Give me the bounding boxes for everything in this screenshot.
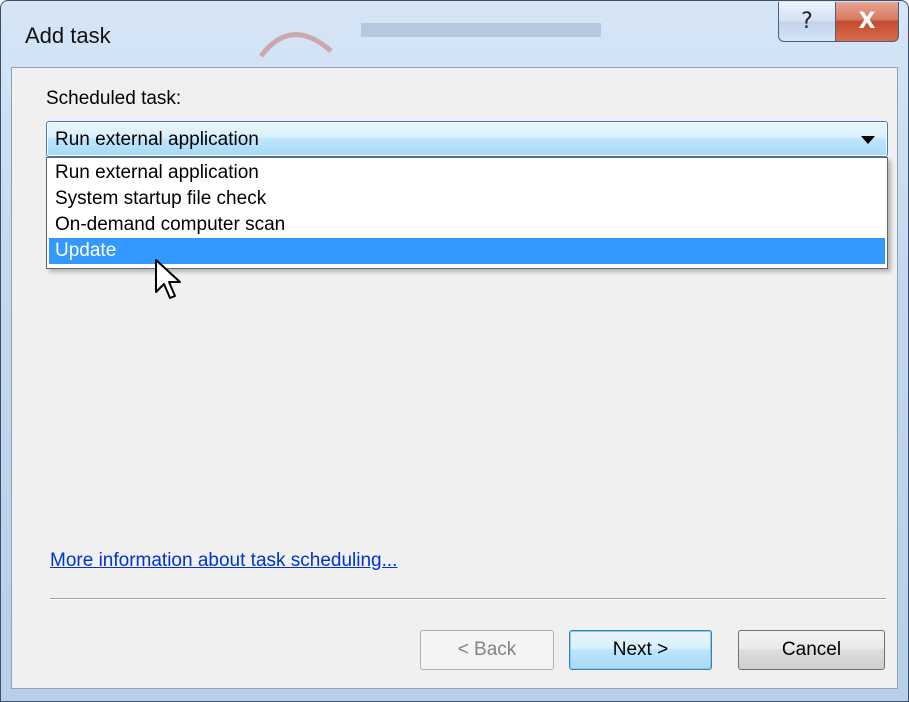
dropdown-option-system-startup-file-check[interactable]: System startup file check [49,186,885,212]
task-scheduling-info-link[interactable]: More information about task scheduling..… [50,550,397,572]
title-bar[interactable]: Add task ? X [1,1,908,67]
cancel-button[interactable]: Cancel [738,630,885,670]
separator [50,598,886,600]
app-logo-watermark [259,23,601,58]
next-button[interactable]: Next > [569,630,712,670]
dropdown-option-on-demand-computer-scan[interactable]: On-demand computer scan [49,212,885,238]
dialog-content: Scheduled task: Run external application… [11,67,898,689]
scheduled-task-label: Scheduled task: [46,88,182,109]
close-button[interactable]: X [835,2,899,42]
chevron-down-icon[interactable] [861,136,875,144]
window-title: Add task [25,23,111,48]
help-icon: ? [801,9,813,34]
mouse-pointer-icon [155,259,181,299]
dialog-window: Add task ? X Scheduled task: Run externa… [0,0,909,702]
select-value: Run external application [55,129,259,150]
back-button[interactable]: < Back [420,630,554,670]
dropdown-list: Run external application System startup … [46,157,888,269]
close-icon: X [858,9,876,34]
dropdown-option-run-external-application[interactable]: Run external application [49,160,885,186]
scheduled-task-select[interactable]: Run external application [46,121,888,157]
help-button[interactable]: ? [778,2,836,42]
